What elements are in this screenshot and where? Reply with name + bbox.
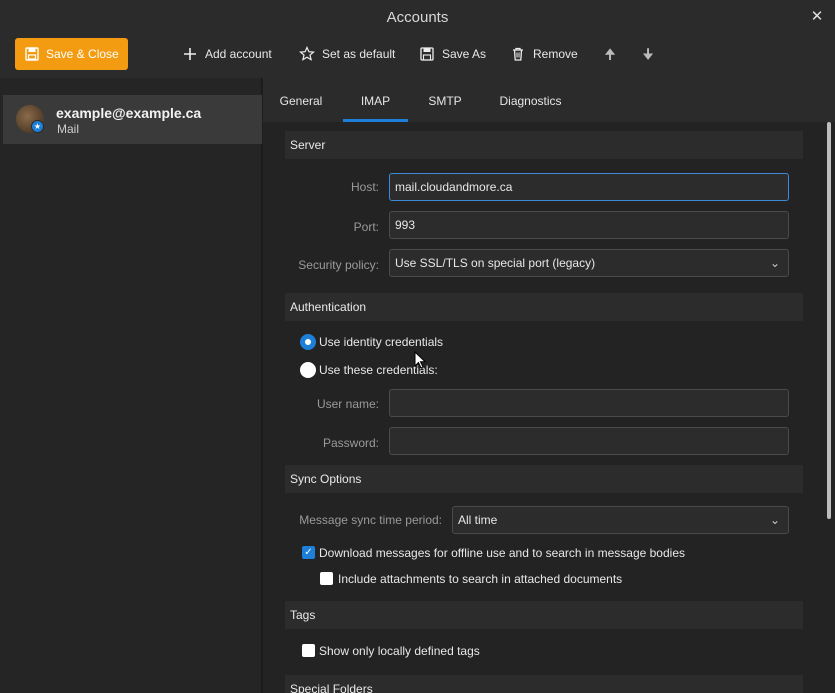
save-as-label: Save As bbox=[442, 47, 487, 61]
account-type: Mail bbox=[57, 122, 80, 136]
security-policy-label: Security policy: bbox=[298, 258, 379, 272]
use-these-credentials-radio[interactable] bbox=[300, 362, 316, 378]
trash-icon bbox=[513, 47, 523, 61]
chevron-down-icon: ⌄ bbox=[769, 256, 780, 270]
username-label: User name: bbox=[316, 397, 379, 411]
special-folders-section-header: Special Folders bbox=[285, 675, 803, 693]
imap-settings-panel: Server Host: mail.cloudandmore.ca Port: … bbox=[263, 122, 835, 693]
scrollbar[interactable] bbox=[827, 122, 831, 519]
save-as-icon bbox=[420, 47, 434, 61]
password-label: Password: bbox=[322, 436, 379, 450]
save-close-label: Save & Close bbox=[46, 47, 119, 61]
set-default-button[interactable]: Set as default bbox=[299, 42, 395, 66]
username-input[interactable] bbox=[389, 389, 789, 417]
tags-section-header: Tags bbox=[285, 601, 803, 629]
sync-period-value: All time bbox=[458, 513, 498, 527]
server-section-header: Server bbox=[285, 131, 803, 159]
star-icon bbox=[299, 46, 315, 61]
local-tags-label: Show only locally defined tags bbox=[319, 644, 480, 658]
host-input[interactable]: mail.cloudandmore.ca bbox=[389, 173, 789, 201]
tab-smtp[interactable]: SMTP bbox=[426, 78, 464, 122]
local-tags-checkbox[interactable] bbox=[302, 644, 315, 657]
default-star-icon: ★ bbox=[31, 120, 44, 133]
security-policy-select[interactable]: Use SSL/TLS on special port (legacy) ⌄ bbox=[389, 249, 789, 277]
remove-button[interactable]: Remove bbox=[510, 42, 578, 66]
tab-imap[interactable]: IMAP bbox=[343, 78, 408, 122]
settings-tabs: General IMAP SMTP Diagnostics bbox=[263, 78, 835, 122]
host-label: Host: bbox=[350, 180, 379, 194]
close-icon[interactable]: ✕ bbox=[809, 7, 825, 25]
add-account-button[interactable]: Add account bbox=[182, 42, 272, 66]
include-attachments-checkbox[interactable] bbox=[320, 572, 333, 585]
avatar: ★ bbox=[16, 105, 44, 133]
plus-icon bbox=[184, 48, 196, 60]
tab-diagnostics[interactable]: Diagnostics bbox=[497, 78, 564, 122]
set-default-label: Set as default bbox=[322, 47, 396, 61]
download-messages-label: Download messages for offline use and to… bbox=[319, 546, 685, 560]
sync-options-section-header: Sync Options bbox=[285, 465, 803, 493]
save-icon bbox=[25, 47, 39, 61]
authentication-section-header: Authentication bbox=[285, 293, 803, 321]
sync-period-select[interactable]: All time ⌄ bbox=[452, 506, 789, 534]
use-identity-credentials-radio[interactable] bbox=[300, 334, 316, 350]
remove-label: Remove bbox=[533, 47, 578, 61]
password-input[interactable] bbox=[389, 427, 789, 455]
download-messages-checkbox[interactable]: ✓ bbox=[302, 546, 315, 559]
security-policy-value: Use SSL/TLS on special port (legacy) bbox=[395, 256, 596, 270]
save-as-button[interactable]: Save As bbox=[419, 42, 486, 66]
account-list-item[interactable]: ★ example@example.ca Mail bbox=[3, 95, 262, 144]
tab-general[interactable]: General bbox=[276, 78, 326, 122]
save-close-button[interactable]: Save & Close bbox=[15, 38, 128, 70]
use-identity-credentials-label: Use identity credentials bbox=[319, 335, 444, 349]
window-title: Accounts bbox=[386, 9, 449, 26]
sync-period-label: Message sync time period: bbox=[299, 513, 442, 527]
add-account-label: Add account bbox=[205, 47, 272, 61]
move-up-icon[interactable]: 🠉 bbox=[603, 44, 617, 64]
toolbar: Save & Close Add account Set as default … bbox=[0, 34, 835, 78]
chevron-down-icon: ⌄ bbox=[769, 513, 780, 527]
port-label: Port: bbox=[353, 220, 379, 234]
move-down-icon[interactable]: 🠋 bbox=[641, 44, 655, 64]
accounts-sidebar: ★ example@example.ca Mail bbox=[0, 78, 262, 693]
mouse-cursor-icon bbox=[414, 351, 426, 369]
account-email: example@example.ca bbox=[56, 105, 202, 121]
include-attachments-label: Include attachments to search in attache… bbox=[338, 572, 623, 586]
port-input[interactable]: 993 bbox=[389, 211, 789, 239]
title-bar: Accounts ✕ bbox=[0, 0, 835, 34]
